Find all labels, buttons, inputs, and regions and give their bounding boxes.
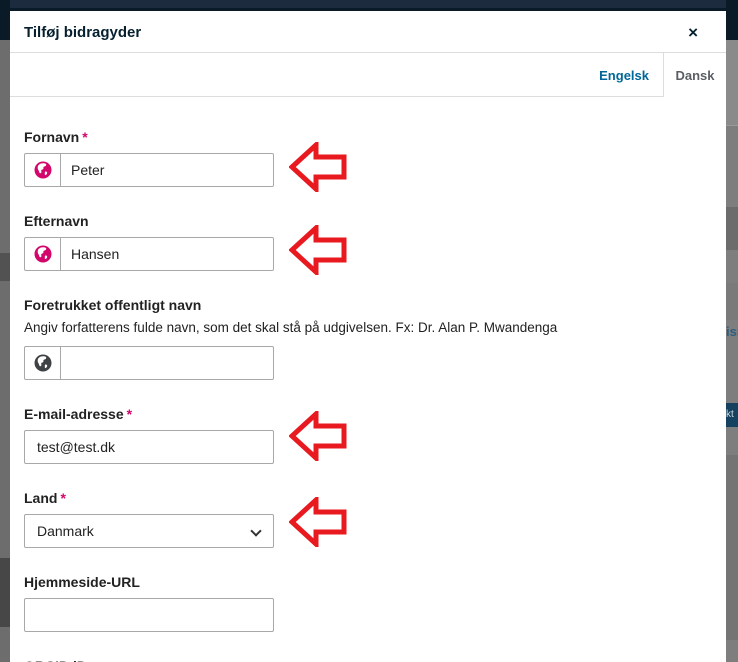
globe-icon[interactable] <box>25 154 61 186</box>
field-group-homepage: Hjemmeside-URL <box>24 574 712 632</box>
preferred-name-help: Angiv forfatterens fulde navn, som det s… <box>24 318 712 338</box>
orcid-label-text: ORCID iD <box>24 658 87 662</box>
last-name-label: Efternavn <box>24 213 712 229</box>
homepage-input-row <box>24 598 274 632</box>
country-label: Land* <box>24 490 712 506</box>
email-input-row <box>24 430 274 464</box>
field-group-last-name: Efternavn <box>24 213 712 271</box>
homepage-input[interactable] <box>25 599 273 631</box>
email-label-text: E-mail-adresse <box>24 406 124 422</box>
chevron-down-icon <box>250 525 261 536</box>
field-group-orcid: ORCID iD <box>24 658 712 662</box>
tab-english[interactable]: Engelsk <box>585 53 663 97</box>
country-select-value: Danmark <box>37 523 94 539</box>
last-name-input-row <box>24 237 274 271</box>
required-asterisk: * <box>82 129 87 145</box>
close-icon[interactable]: × <box>688 24 710 41</box>
email-label: E-mail-adresse* <box>24 406 712 422</box>
required-asterisk: * <box>60 490 65 506</box>
backdrop-right: ism kt <box>726 0 738 662</box>
annotation-arrow-first-name <box>289 142 347 192</box>
globe-icon[interactable] <box>25 347 61 379</box>
field-group-country: Land* Danmark <box>24 490 712 548</box>
homepage-label-text: Hjemmeside-URL <box>24 574 140 590</box>
first-name-label-text: Fornavn <box>24 129 79 145</box>
contributor-form: Fornavn* Efternavn <box>10 97 726 662</box>
required-asterisk: * <box>127 406 132 422</box>
annotation-arrow-last-name <box>289 225 347 275</box>
last-name-input[interactable] <box>61 238 273 270</box>
first-name-label: Fornavn* <box>24 129 712 145</box>
backdrop-top-bar-highlight <box>0 0 738 8</box>
language-tabbar: Engelsk Dansk <box>10 52 726 97</box>
country-label-text: Land <box>24 490 57 506</box>
tab-danish[interactable]: Dansk <box>663 53 726 97</box>
last-name-label-text: Efternavn <box>24 213 89 229</box>
first-name-input[interactable] <box>61 154 273 186</box>
annotation-arrow-email <box>289 411 347 461</box>
country-select[interactable]: Danmark <box>24 514 274 548</box>
backdrop-partial-button: kt <box>726 403 738 427</box>
preferred-name-input[interactable] <box>61 347 273 379</box>
tabbar-divider <box>10 96 663 97</box>
first-name-input-row <box>24 153 274 187</box>
modal-header: Tilføj bidragyder × <box>10 11 726 52</box>
field-group-first-name: Fornavn* <box>24 129 712 187</box>
modal-title: Tilføj bidragyder <box>24 24 141 41</box>
preferred-name-label-text: Foretrukket offentligt navn <box>24 297 201 313</box>
preferred-name-input-row <box>24 346 274 380</box>
globe-icon[interactable] <box>25 238 61 270</box>
backdrop-left <box>0 0 10 662</box>
backdrop-partial-link: ism <box>726 324 738 339</box>
add-contributor-modal: Tilføj bidragyder × Engelsk Dansk Fornav… <box>10 11 726 662</box>
preferred-name-label: Foretrukket offentligt navn <box>24 297 712 313</box>
orcid-label: ORCID iD <box>24 658 712 662</box>
field-group-email: E-mail-adresse* <box>24 406 712 464</box>
field-group-preferred-name: Foretrukket offentligt navn Angiv forfat… <box>24 297 712 380</box>
homepage-label: Hjemmeside-URL <box>24 574 712 590</box>
annotation-arrow-country <box>289 497 347 547</box>
email-input[interactable] <box>25 431 273 463</box>
